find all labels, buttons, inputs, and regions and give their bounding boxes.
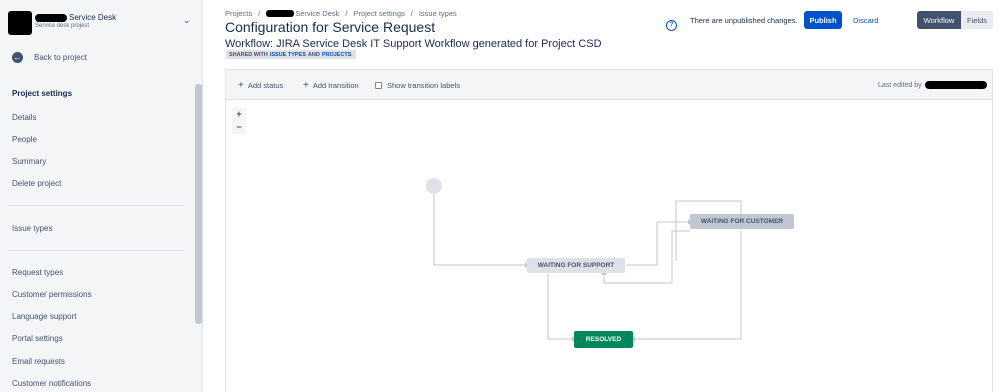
add-transition-label: Add transition	[312, 81, 359, 90]
transition-to-customer[interactable]	[626, 221, 688, 266]
project-name: Service Desk	[69, 13, 117, 22]
transition-create[interactable]	[433, 194, 525, 266]
breadcrumb-service-desk[interactable]: Service Desk	[295, 9, 339, 18]
sidebar-item-request-types[interactable]: Request types	[12, 268, 63, 277]
help-icon[interactable]: ?	[666, 20, 677, 31]
sidebar-item-issue-types[interactable]: Issue types	[12, 224, 52, 233]
breadcrumb-issue-types[interactable]: Issue types	[419, 9, 457, 18]
sidebar-item-people[interactable]: People	[12, 135, 37, 144]
breadcrumb-projects[interactable]: Projects	[225, 9, 252, 18]
transition-resolve[interactable]	[547, 274, 572, 340]
view-toggle: Workflow Fields	[917, 11, 993, 29]
last-edited-info: Last edited by	[878, 81, 987, 89]
workflow-canvas[interactable]: WAITING FOR SUPPORT WAITING FOR CUSTOMER…	[226, 101, 992, 392]
add-transition-button[interactable]: + Add transition	[303, 79, 359, 91]
publish-button[interactable]: Publish	[804, 11, 842, 29]
breadcrumb-separator: /	[345, 9, 348, 18]
sidebar-scrollbar[interactable]	[195, 84, 202, 324]
sidebar-item-customer-permissions[interactable]: Customer permissions	[12, 290, 92, 299]
breadcrumb-separator: /	[258, 9, 261, 18]
plus-icon: +	[238, 79, 244, 91]
page-title: Configuration for Service Request	[225, 19, 436, 35]
breadcrumb-project-settings[interactable]: Project settings	[353, 9, 404, 18]
sidebar-item-portal-settings[interactable]: Portal settings	[12, 334, 63, 343]
tab-workflow[interactable]: Workflow	[917, 11, 961, 29]
sidebar-item-customer-notifications[interactable]: Customer notifications	[12, 379, 91, 388]
redacted-project-key	[35, 14, 67, 22]
shared-projects-link[interactable]: PROJECTS	[322, 52, 352, 58]
sidebar-item-details[interactable]: Details	[12, 113, 36, 122]
sidebar-item-language-support[interactable]: Language support	[12, 312, 77, 321]
status-waiting-for-support[interactable]: WAITING FOR SUPPORT	[527, 258, 625, 273]
tab-fields[interactable]: Fields	[961, 11, 993, 29]
add-status-button[interactable]: + Add status	[238, 79, 284, 91]
project-avatar	[8, 11, 32, 35]
sidebar-item-email-requests[interactable]: Email requests	[12, 357, 65, 366]
project-switcher[interactable]: Service Desk Service desk project ⌄	[8, 10, 193, 36]
project-settings-heading: Project settings	[12, 89, 73, 98]
shared-issue-types-link[interactable]: ISSUE TYPES	[270, 52, 306, 58]
transition-lines	[433, 194, 742, 342]
back-to-project-label: Back to project	[34, 52, 87, 62]
redacted-user-name	[924, 81, 987, 89]
shared-prefix: SHARED WITH	[229, 51, 268, 58]
back-arrow-icon: ←	[12, 51, 23, 63]
sidebar-item-summary[interactable]: Summary	[12, 157, 46, 166]
unpublished-changes-text: There are unpublished changes.	[690, 16, 798, 25]
workflow-start-node[interactable]	[426, 178, 442, 194]
sidebar-divider	[8, 205, 184, 206]
sidebar-item-delete-project[interactable]: Delete project	[12, 179, 61, 188]
last-edited-label: Last edited by	[878, 81, 922, 89]
chevron-down-icon[interactable]: ⌄	[183, 15, 191, 26]
project-sidebar: Service Desk Service desk project ⌄ ← Ba…	[0, 0, 203, 392]
show-transition-labels-toggle[interactable]: Show transition labels	[375, 81, 460, 90]
transition-customer-resolve[interactable]	[635, 230, 742, 340]
status-waiting-for-customer[interactable]: WAITING FOR CUSTOMER	[690, 214, 794, 229]
breadcrumb: Projects / Service Desk / Project settin…	[225, 9, 457, 18]
editor-toolbar: + Add status + Add transition Show trans…	[226, 70, 992, 100]
redacted-project-key	[266, 10, 295, 17]
checkbox-icon[interactable]	[375, 82, 382, 89]
workflow-editor: + Add status + Add transition Show trans…	[225, 69, 993, 392]
back-to-project-link[interactable]: ← Back to project	[12, 51, 87, 63]
shared-and: AND	[307, 51, 320, 58]
project-type: Service desk project	[35, 23, 90, 29]
workflow-title: Workflow: JIRA Service Desk IT Support W…	[225, 38, 602, 50]
show-transition-labels-label: Show transition labels	[387, 81, 460, 90]
status-resolved[interactable]: RESOLVED	[574, 331, 633, 348]
plus-icon: +	[303, 79, 309, 91]
shared-with-badge: SHARED WITH ISSUE TYPES AND PROJECTS	[226, 50, 357, 59]
discard-link[interactable]: Discard	[853, 16, 878, 25]
breadcrumb-separator: /	[410, 9, 413, 18]
add-status-label: Add status	[247, 81, 284, 90]
sidebar-divider	[8, 250, 184, 251]
transition-to-support[interactable]	[603, 230, 690, 284]
